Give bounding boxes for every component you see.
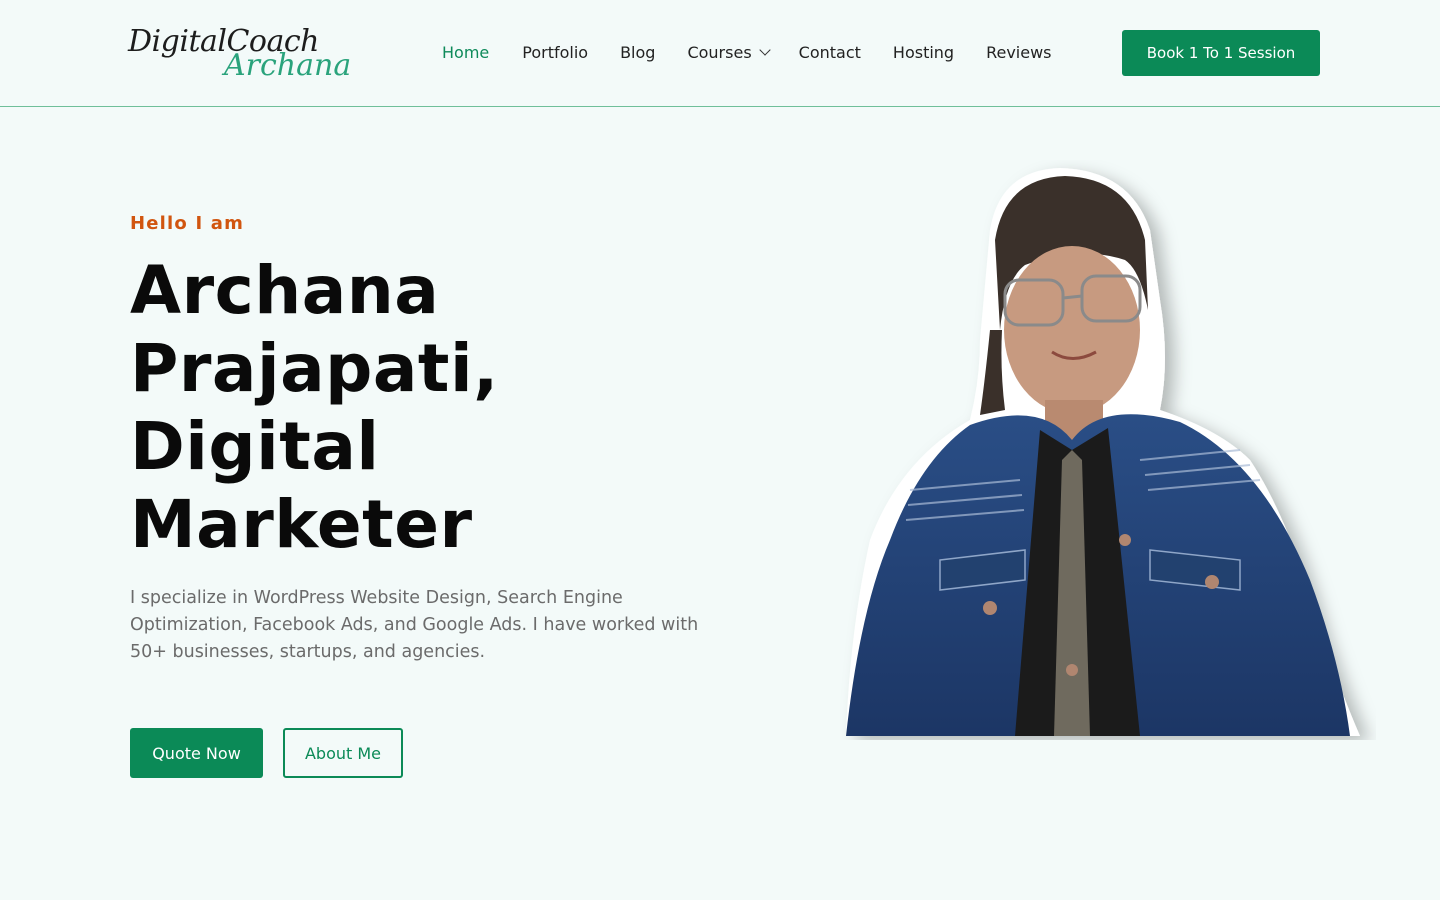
nav-item-portfolio[interactable]: Portfolio — [522, 43, 588, 62]
hero-title: Archana Prajapati, Digital Marketer — [130, 252, 690, 564]
chevron-down-icon[interactable] — [758, 44, 771, 56]
quote-now-button[interactable]: Quote Now — [130, 728, 263, 778]
logo-text-line2: Archana — [224, 48, 352, 83]
nav-item-courses-label: Courses — [687, 42, 752, 62]
hero-title-line: Digital — [130, 408, 380, 485]
nav-item-courses[interactable]: Courses — [687, 42, 771, 62]
nav-item-hosting[interactable]: Hosting — [893, 43, 954, 62]
hero-title-line: Archana — [130, 252, 440, 329]
nav-item-contact[interactable]: Contact — [799, 43, 861, 62]
site-header: DigitalCoach Archana Home Portfolio Blog… — [0, 0, 1440, 107]
nav-item-home[interactable]: Home — [442, 43, 489, 62]
portrait-photo — [846, 168, 1360, 736]
nav-item-blog[interactable]: Blog — [620, 43, 655, 62]
hero-description: I specialize in WordPress Website Design… — [130, 588, 699, 662]
book-session-button[interactable]: Book 1 To 1 Session — [1122, 30, 1320, 76]
hero-eyebrow: Hello I am — [130, 213, 245, 234]
nav-item-reviews[interactable]: Reviews — [986, 43, 1051, 62]
site-logo[interactable]: DigitalCoach Archana — [128, 22, 358, 86]
main-nav: Home Portfolio Blog Courses Contact Host… — [442, 41, 1052, 63]
about-me-button[interactable]: About Me — [283, 728, 403, 778]
hero-title-line: Prajapati, — [130, 330, 499, 407]
hero-title-line: Marketer — [130, 486, 473, 563]
